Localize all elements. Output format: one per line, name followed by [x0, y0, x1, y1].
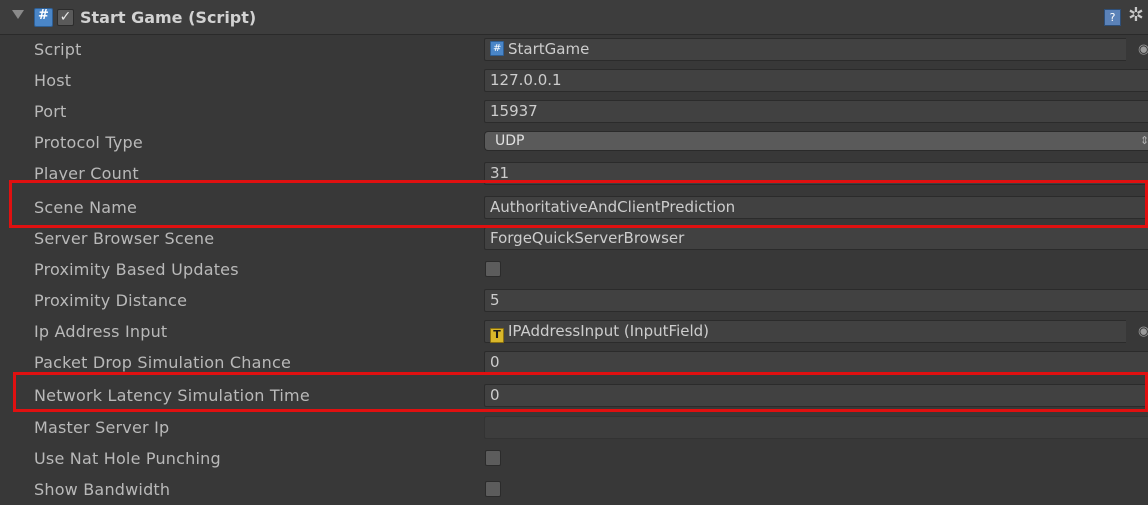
object-picker-icon[interactable]: ◉	[1138, 42, 1148, 56]
port-input[interactable]: 15937	[484, 100, 1148, 123]
text-icon: T	[490, 328, 504, 343]
component-enabled-checkbox[interactable]: ✓	[57, 9, 74, 26]
help-book-icon[interactable]: ?	[1104, 9, 1121, 26]
server-browser-scene-input[interactable]: ForgeQuickServerBrowser	[484, 227, 1148, 250]
field-row-script: Script StartGame ◉	[0, 34, 1148, 65]
field-row-host: Host 127.0.0.1	[0, 65, 1148, 96]
field-row-use-nat-hole-punching: Use Nat Hole Punching	[0, 443, 1148, 474]
field-row-proximity-distance: Proximity Distance 5	[0, 285, 1148, 316]
proximity-based-updates-checkbox[interactable]	[485, 261, 501, 277]
script-icon	[490, 38, 504, 59]
field-label: Host	[34, 71, 72, 90]
field-value: IPAddressInput (InputField)	[508, 322, 710, 340]
field-row-ip-address-input: Ip Address Input T IPAddressInput (InputF…	[0, 316, 1148, 347]
field-row-port: Port 15937	[0, 96, 1148, 127]
field-row-proximity-based-updates: Proximity Based Updates	[0, 254, 1148, 285]
object-picker-icon[interactable]: ◉	[1138, 324, 1148, 338]
field-label: Script	[34, 40, 82, 59]
host-input[interactable]: 127.0.0.1	[484, 69, 1148, 92]
network-latency-highlight-box	[13, 372, 1148, 412]
field-row-protocol-type: Protocol Type UDP ⇕	[0, 127, 1148, 158]
field-row-master-server-ip: Master Server Ip	[0, 412, 1148, 443]
scene-name-highlight-box	[9, 180, 1148, 228]
field-label: Show Bandwidth	[34, 480, 171, 499]
dropdown-arrows-icon: ⇕	[1140, 134, 1148, 147]
ip-address-input-object-field[interactable]: T IPAddressInput (InputField)	[484, 320, 1126, 343]
foldout-arrow-icon[interactable]	[12, 10, 24, 19]
field-label: Server Browser Scene	[34, 229, 215, 248]
component-header: ✓ Start Game (Script) ? ✲	[0, 0, 1148, 35]
csharp-script-icon	[34, 8, 53, 27]
field-label: Master Server Ip	[34, 418, 170, 437]
field-label: Proximity Distance	[34, 291, 188, 310]
component-title: Start Game (Script)	[80, 8, 257, 27]
field-row-show-bandwidth: Show Bandwidth	[0, 474, 1148, 505]
field-value: StartGame	[508, 40, 590, 58]
script-object-field[interactable]: StartGame	[484, 38, 1126, 61]
field-label: Use Nat Hole Punching	[34, 449, 221, 468]
field-label: Proximity Based Updates	[34, 260, 239, 279]
show-bandwidth-checkbox[interactable]	[485, 481, 501, 497]
field-label: Packet Drop Simulation Chance	[34, 353, 292, 372]
field-label: Ip Address Input	[34, 322, 168, 341]
gear-icon[interactable]: ✲	[1128, 5, 1144, 25]
proximity-distance-input[interactable]: 5	[484, 289, 1148, 312]
use-nat-hole-punching-checkbox[interactable]	[485, 450, 501, 466]
master-server-ip-input[interactable]	[484, 416, 1148, 439]
packet-drop-simulation-chance-input[interactable]: 0	[484, 351, 1148, 374]
protocol-type-dropdown[interactable]: UDP	[484, 131, 1148, 151]
field-label: Protocol Type	[34, 133, 143, 152]
field-label: Port	[34, 102, 67, 121]
